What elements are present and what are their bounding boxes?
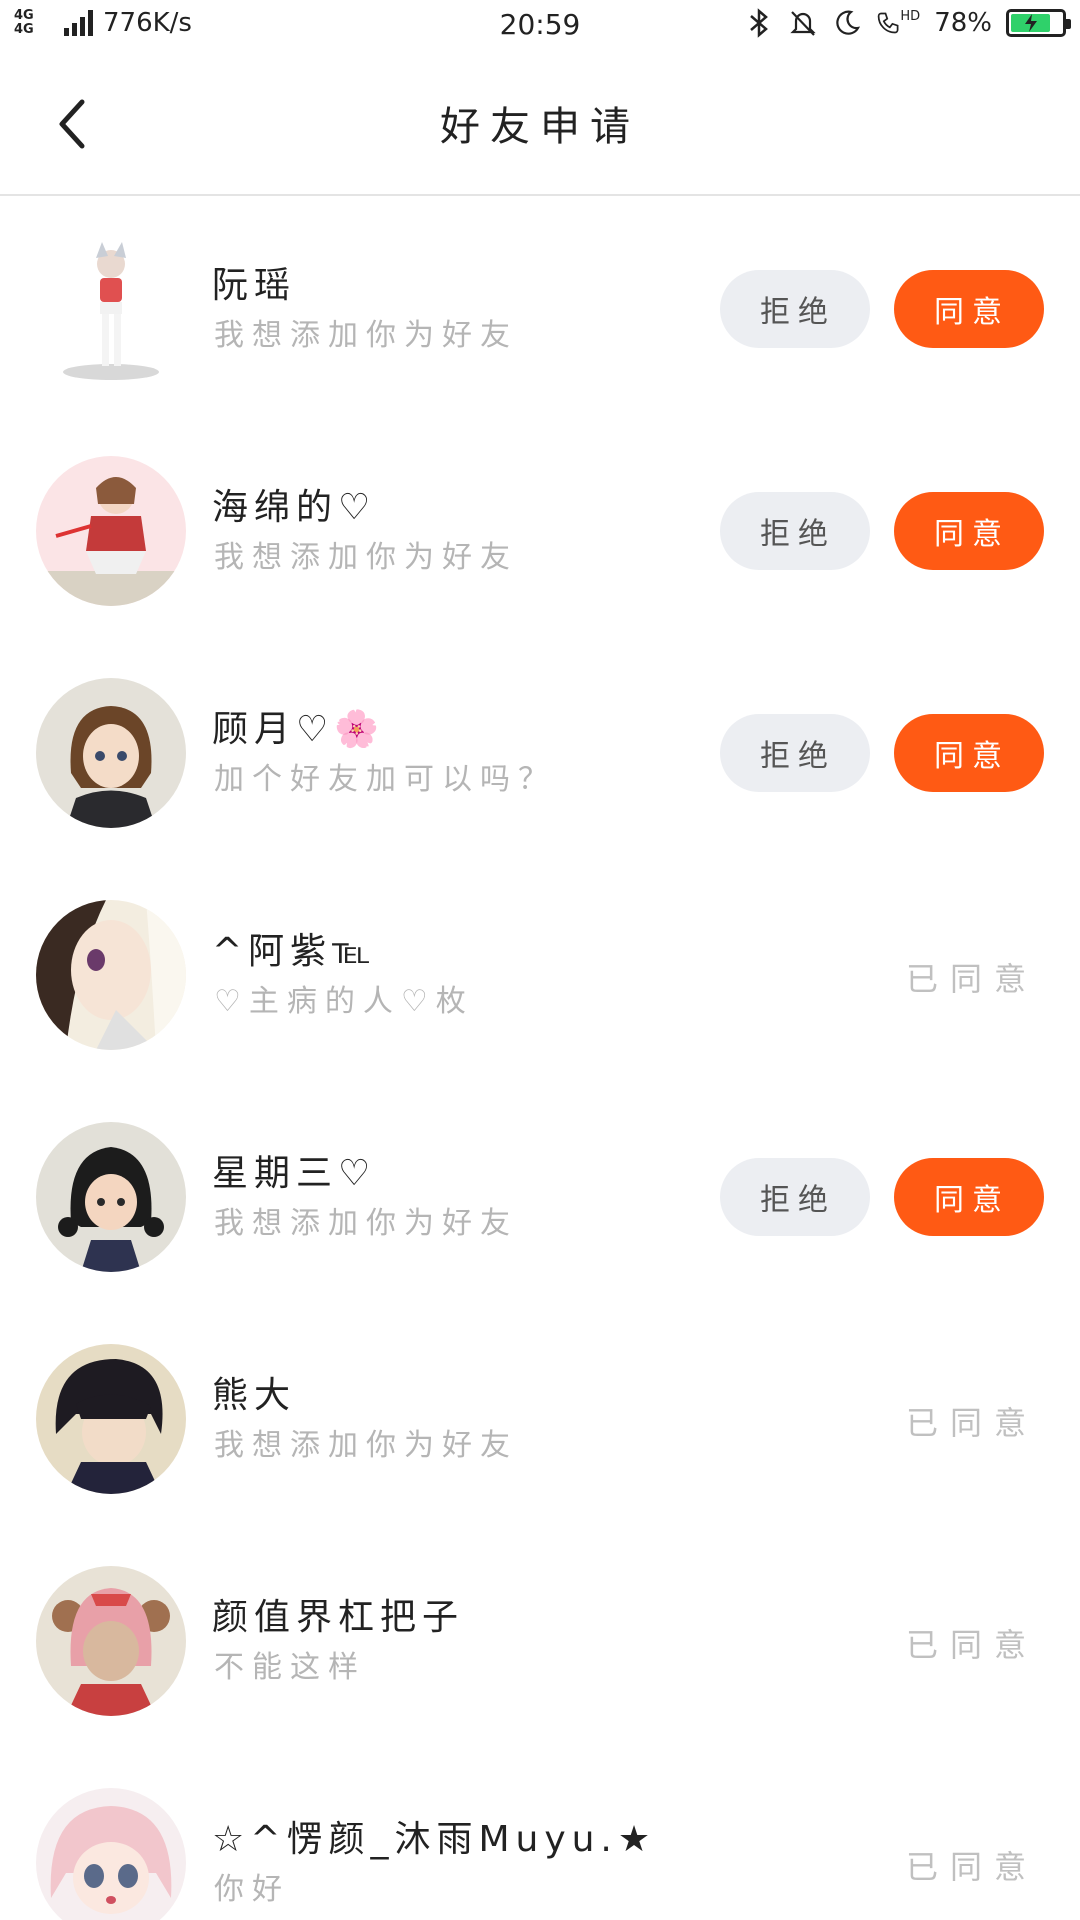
reject-button[interactable]: 拒绝: [720, 714, 870, 792]
friend-request-row: 阮瑶 我想添加你为好友 拒绝 同意: [0, 198, 1080, 420]
request-message: 我想添加你为好友: [214, 1428, 518, 1463]
requester-name: 熊大: [212, 1375, 297, 1416]
friend-request-row: ☆^愣颜_沐雨Muyu.★ 你好 已同意: [0, 1752, 1080, 1920]
agreed-status: 已同意: [905, 960, 1038, 998]
requester-name: ^阿紫℡: [212, 931, 377, 972]
requester-name: 海绵的♡: [212, 487, 377, 528]
status-right: HD 78%: [744, 8, 1071, 38]
accept-button[interactable]: 同意: [894, 714, 1044, 792]
page-title: 好友申请: [440, 104, 640, 150]
avatar[interactable]: [36, 1788, 186, 1920]
request-message: 我想添加你为好友: [214, 540, 518, 575]
avatar[interactable]: [36, 900, 186, 1050]
accept-button[interactable]: 同意: [894, 1158, 1044, 1236]
avatar[interactable]: [36, 1344, 186, 1494]
request-message: 不能这样: [214, 1650, 366, 1685]
friend-request-row: 颜值界杠把子 不能这样 已同意: [0, 1530, 1080, 1752]
request-message: 加个好友加可以吗？: [214, 762, 556, 797]
agreed-status: 已同意: [905, 1626, 1038, 1664]
request-message: ♡主病的人♡枚: [214, 984, 474, 1019]
battery-icon: [1006, 9, 1071, 37]
requester-name: 顾月♡🌸: [212, 709, 386, 750]
battery-level: [1011, 14, 1050, 32]
avatar[interactable]: [36, 678, 186, 828]
mute-bell-icon: [788, 8, 818, 38]
friend-request-row: 顾月♡🌸 加个好友加可以吗？ 拒绝 同意: [0, 642, 1080, 864]
reject-button[interactable]: 拒绝: [720, 270, 870, 348]
avatar[interactable]: [36, 234, 186, 384]
friend-request-list: 阮瑶 我想添加你为好友 拒绝 同意 海绵的♡ 我想添加你为好友 拒绝 同意 顾月…: [0, 198, 1080, 1920]
accept-button[interactable]: 同意: [894, 270, 1044, 348]
bluetooth-icon: [744, 8, 774, 38]
requester-name: ☆^愣颜_沐雨Muyu.★: [212, 1819, 657, 1860]
reject-button[interactable]: 拒绝: [720, 492, 870, 570]
avatar[interactable]: [36, 1566, 186, 1716]
hd-call-icon: HD: [876, 8, 920, 38]
avatar[interactable]: [36, 456, 186, 606]
avatar[interactable]: [36, 1122, 186, 1272]
battery-percent: 78%: [934, 8, 992, 38]
nav-header: 好友申请: [0, 52, 1080, 196]
request-message: 我想添加你为好友: [214, 1206, 518, 1241]
friend-request-row: 星期三♡ 我想添加你为好友 拒绝 同意: [0, 1086, 1080, 1308]
requester-name: 星期三♡: [212, 1153, 377, 1194]
hd-label: HD: [900, 8, 921, 24]
status-bar: 4G 4G 776K/s 20:59 HD 78%: [0, 0, 1080, 52]
request-message: 你好: [214, 1872, 290, 1907]
requester-name: 阮瑶: [212, 265, 297, 306]
reject-button[interactable]: 拒绝: [720, 1158, 870, 1236]
agreed-status: 已同意: [905, 1848, 1038, 1886]
friend-request-row: 海绵的♡ 我想添加你为好友 拒绝 同意: [0, 420, 1080, 642]
friend-request-row: 熊大 我想添加你为好友 已同意: [0, 1308, 1080, 1530]
requester-name: 颜值界杠把子: [212, 1597, 465, 1638]
request-message: 我想添加你为好友: [214, 318, 518, 353]
accept-button[interactable]: 同意: [894, 492, 1044, 570]
agreed-status: 已同意: [905, 1404, 1038, 1442]
friend-request-row: ^阿紫℡ ♡主病的人♡枚 已同意: [0, 864, 1080, 1086]
do-not-disturb-moon-icon: [832, 8, 862, 38]
